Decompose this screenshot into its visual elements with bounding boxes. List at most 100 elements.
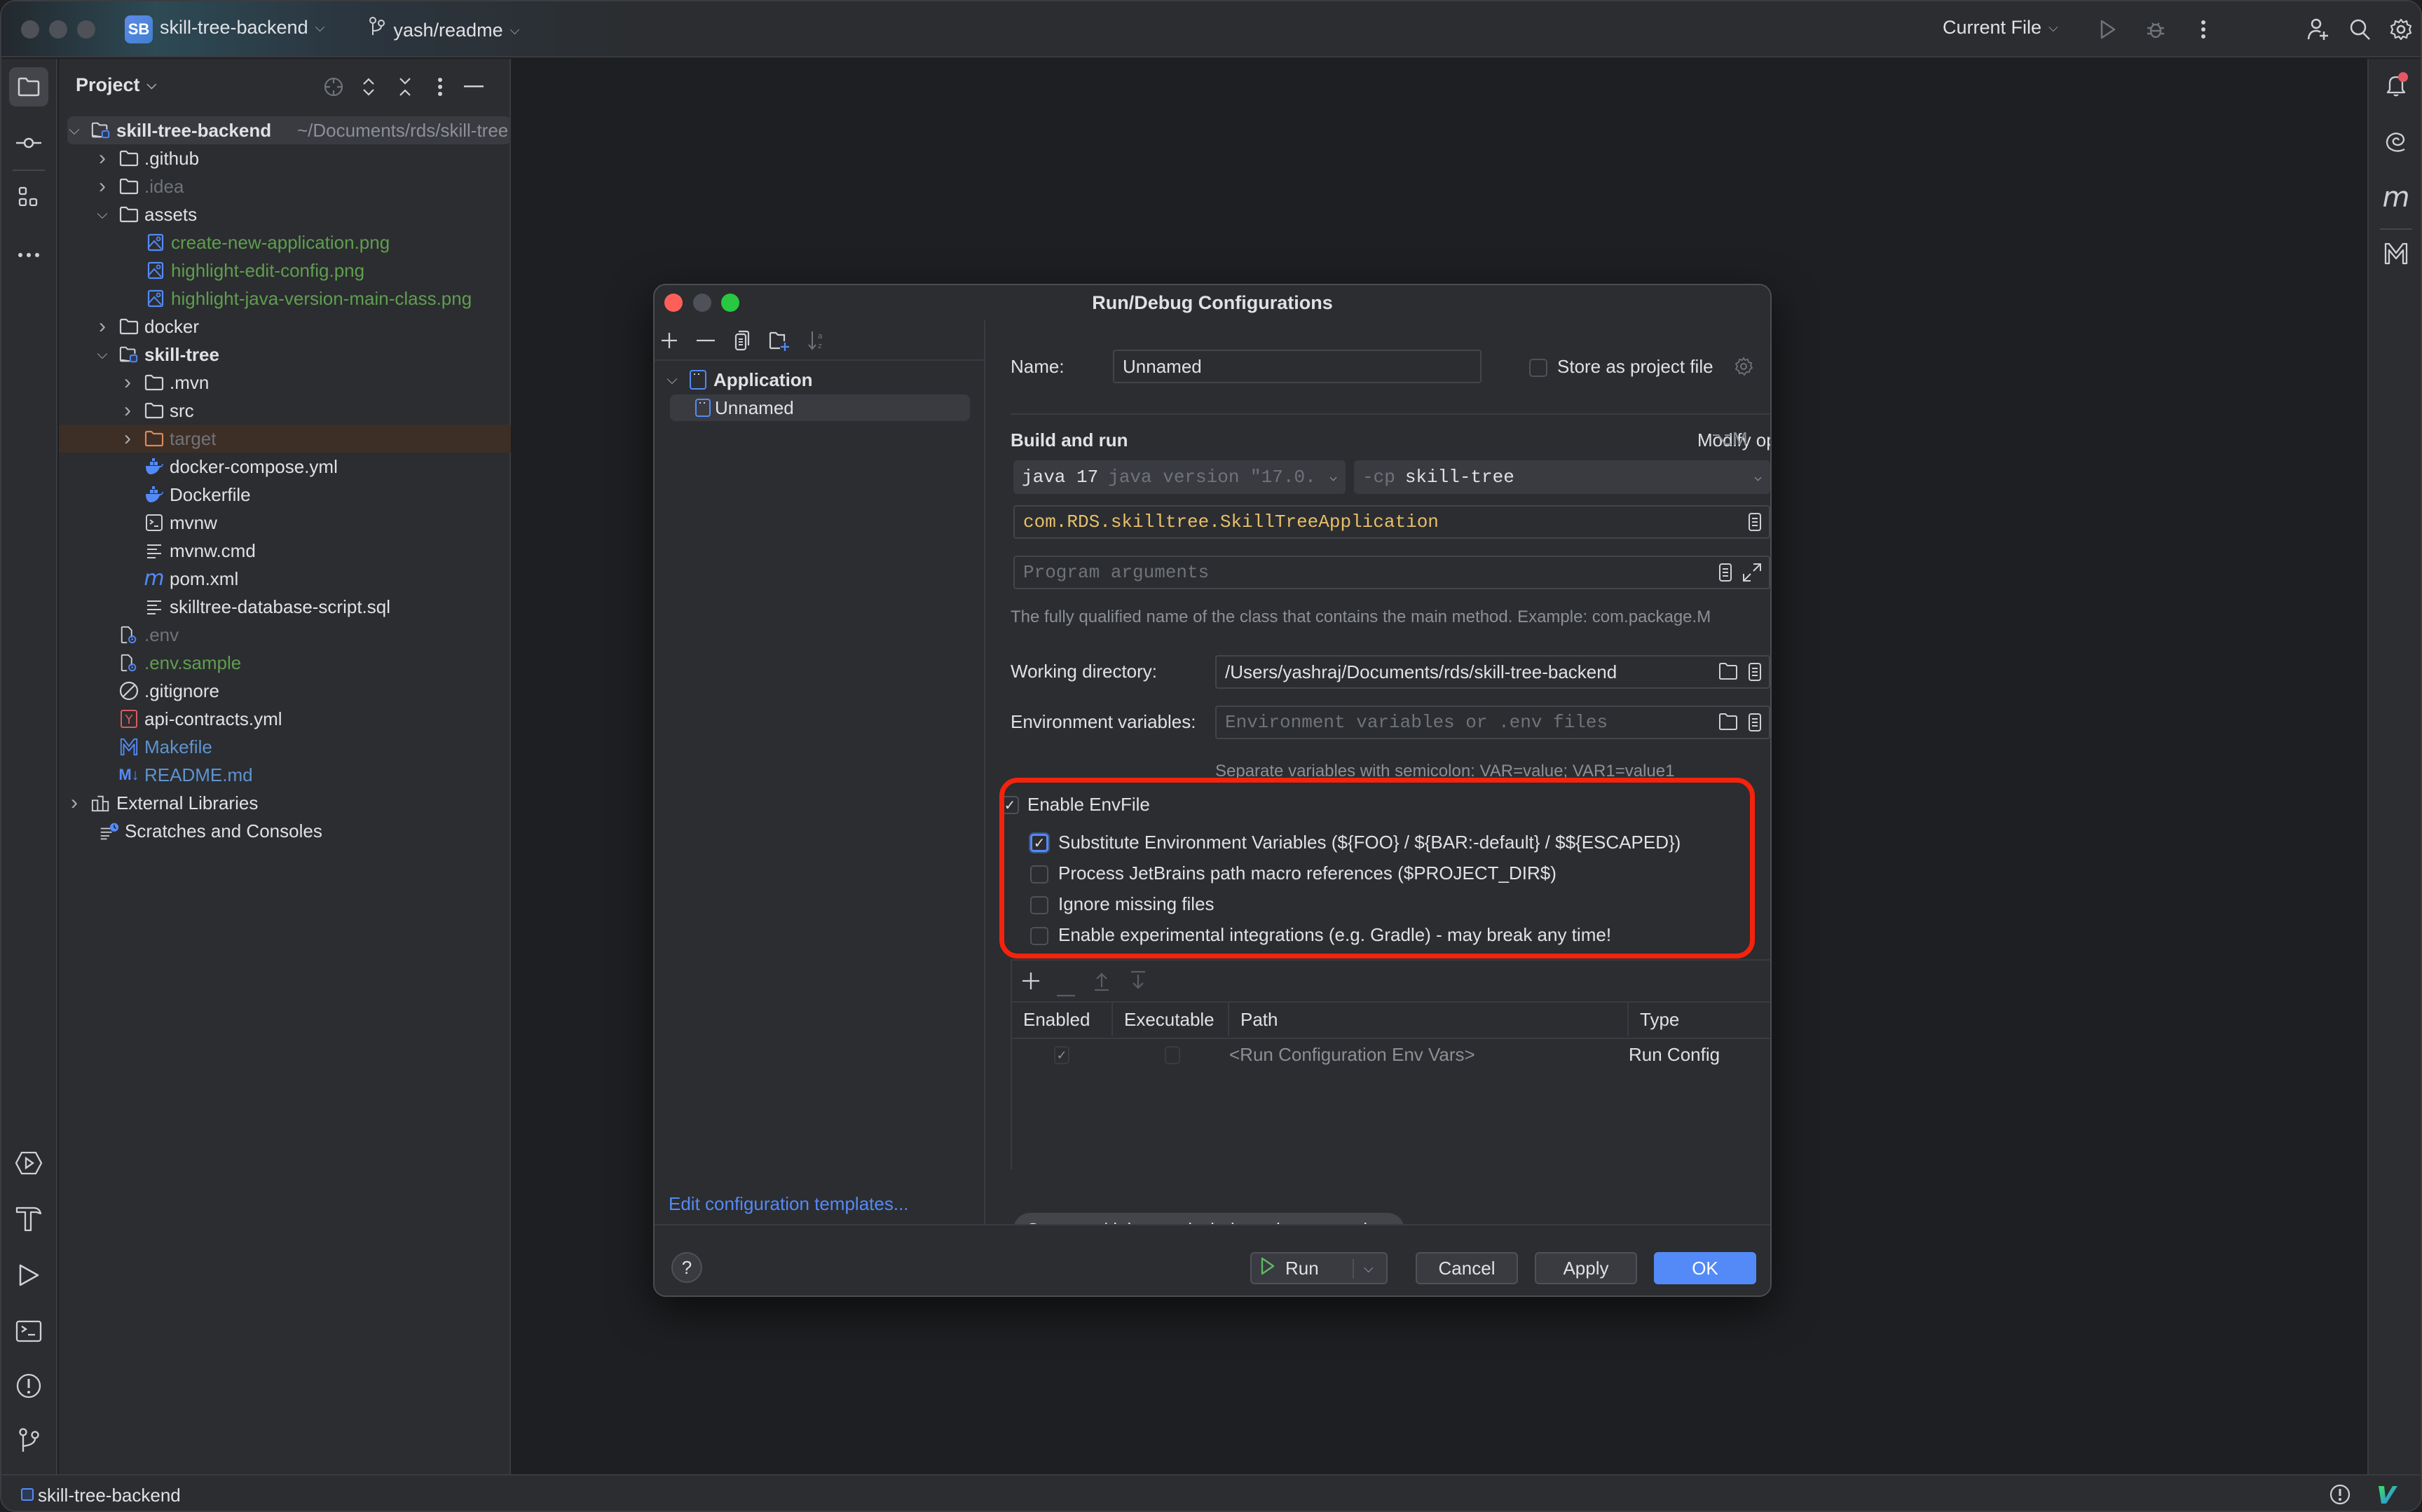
classpath-module-selector[interactable]: -cp skill-tree ⌵: [1354, 460, 1770, 494]
ai-assistant-icon[interactable]: [2376, 122, 2416, 161]
macro-list-icon[interactable]: [1748, 662, 1762, 687]
tree-item[interactable]: › docker: [59, 312, 511, 341]
row-executable-checkbox[interactable]: [1165, 1046, 1180, 1064]
tree-item[interactable]: .env: [59, 621, 511, 649]
column-header-enabled[interactable]: Enabled: [1012, 1003, 1113, 1036]
chevron-right-icon[interactable]: ›: [119, 427, 136, 450]
column-header-type[interactable]: Type: [1629, 1003, 1770, 1036]
branch-switcher[interactable]: yash/readme ⌵: [369, 17, 519, 41]
minimize-window-button[interactable]: [49, 20, 67, 39]
locate-file-icon[interactable]: [320, 73, 348, 101]
cancel-button[interactable]: Cancel: [1416, 1252, 1518, 1284]
tree-item[interactable]: › External Libraries: [59, 789, 511, 817]
ok-button[interactable]: OK: [1654, 1252, 1756, 1284]
chevron-right-icon[interactable]: ›: [119, 371, 136, 394]
store-as-project-file-checkbox[interactable]: [1529, 359, 1547, 377]
build-icon[interactable]: [9, 1200, 48, 1239]
program-arguments-input[interactable]: Program arguments: [1013, 556, 1770, 589]
run-icon[interactable]: [9, 1256, 48, 1295]
tree-item[interactable]: › target: [59, 425, 511, 453]
move-up-icon[interactable]: [1093, 972, 1110, 996]
project-switcher[interactable]: skill-tree-backend ⌵: [160, 17, 324, 39]
chevron-right-icon[interactable]: ›: [94, 146, 111, 170]
tree-item[interactable]: .gitignore: [59, 677, 511, 705]
gear-icon[interactable]: [1734, 357, 1753, 381]
sort-icon[interactable]: az: [805, 329, 828, 352]
chevron-down-icon[interactable]: ⌵: [66, 122, 83, 139]
problems-icon[interactable]: [2329, 1484, 2351, 1510]
tree-item[interactable]: .env.sample: [59, 649, 511, 677]
process-path-macros-checkbox[interactable]: [1030, 865, 1048, 884]
chevron-right-icon[interactable]: ›: [94, 174, 111, 198]
expand-icon[interactable]: [1742, 563, 1762, 588]
tree-item[interactable]: Yapi-contracts.yml: [59, 705, 511, 733]
ignore-missing-files-checkbox[interactable]: [1030, 896, 1048, 914]
column-header-path[interactable]: Path: [1229, 1003, 1629, 1036]
main-class-input[interactable]: com.RDS.skilltree.SkillTreeApplication: [1013, 505, 1770, 539]
environment-variables-input[interactable]: Environment variables or .env files: [1215, 706, 1770, 739]
tree-item[interactable]: create-new-application.png: [59, 228, 511, 256]
tree-item[interactable]: › .mvn: [59, 369, 511, 397]
structure-icon[interactable]: [9, 178, 48, 217]
add-icon[interactable]: [1022, 972, 1040, 995]
project-view-selector[interactable]: Project ⌵: [76, 74, 156, 96]
chevron-down-icon[interactable]: ⌵: [94, 346, 111, 363]
working-directory-input[interactable]: /Users/yashraj/Documents/rds/skill-tree-…: [1215, 655, 1770, 689]
folder-browse-icon[interactable]: [1718, 713, 1738, 738]
remove-icon[interactable]: [694, 329, 718, 352]
commit-icon[interactable]: [9, 123, 48, 163]
close-window-button[interactable]: [21, 20, 39, 39]
browse-list-icon[interactable]: [1748, 512, 1762, 537]
remove-icon[interactable]: [1057, 980, 1075, 1002]
problems-icon[interactable]: [9, 1366, 48, 1406]
services-icon[interactable]: [9, 1143, 48, 1183]
apply-button[interactable]: Apply: [1535, 1252, 1637, 1284]
help-button[interactable]: ?: [671, 1252, 702, 1283]
collapse-all-icon[interactable]: [391, 73, 419, 101]
tree-item[interactable]: highlight-edit-config.png: [59, 256, 511, 284]
status-project-name[interactable]: skill-tree-backend: [38, 1485, 181, 1506]
settings-icon[interactable]: [2387, 15, 2415, 43]
tree-item[interactable]: Scratches and Consoles: [59, 817, 511, 845]
more-tools-icon[interactable]: [9, 235, 48, 275]
edit-env-vars-icon[interactable]: [1748, 713, 1762, 738]
tree-item[interactable]: mvnw: [59, 509, 511, 537]
makefile-icon[interactable]: [2376, 234, 2416, 273]
table-row[interactable]: ✓ <Run Configuration Env Vars> Run Confi…: [1012, 1039, 1770, 1071]
chevron-right-icon[interactable]: ›: [94, 315, 111, 338]
run-button[interactable]: Run ⌵: [1250, 1252, 1388, 1284]
jdk-selector[interactable]: java 17 java version "17.0. ⌵: [1013, 460, 1346, 494]
run-options-chevron-icon[interactable]: ⌵: [1364, 1261, 1374, 1276]
chevron-down-icon[interactable]: ⌵: [94, 206, 111, 223]
tree-item[interactable]: mvnw.cmd: [59, 537, 511, 565]
row-enabled-checkbox[interactable]: ✓: [1054, 1046, 1069, 1064]
chevron-right-icon[interactable]: ›: [119, 399, 136, 422]
notifications-icon[interactable]: [2376, 66, 2416, 105]
search-icon[interactable]: [2346, 15, 2374, 43]
tree-item[interactable]: Dockerfile: [59, 481, 511, 509]
project-folder-icon[interactable]: [9, 67, 48, 106]
macro-list-icon[interactable]: [1718, 563, 1732, 588]
tree-item[interactable]: Makefile: [59, 733, 511, 761]
tree-item[interactable]: › .github: [59, 144, 511, 172]
column-header-executable[interactable]: Executable: [1113, 1003, 1229, 1036]
folder-browse-icon[interactable]: [1718, 662, 1738, 687]
run-config-selector[interactable]: Current File ⌵: [1943, 17, 2058, 39]
vim-plugin-icon[interactable]: [2377, 1484, 2398, 1510]
move-down-icon[interactable]: [1130, 970, 1147, 995]
options-icon[interactable]: [426, 73, 454, 101]
hide-panel-icon[interactable]: [460, 73, 488, 101]
config-group-application[interactable]: ⌵ Application: [662, 366, 970, 393]
tree-item[interactable]: skilltree-database-script.sql: [59, 593, 511, 621]
maven-icon[interactable]: m: [2376, 178, 2416, 217]
expand-all-icon[interactable]: [355, 73, 383, 101]
maximize-window-button[interactable]: [77, 20, 95, 39]
tree-item[interactable]: › src: [59, 397, 511, 425]
add-user-icon[interactable]: [2304, 15, 2332, 43]
config-item-unnamed[interactable]: Unnamed: [670, 394, 970, 421]
substitute-env-vars-checkbox[interactable]: ✓: [1030, 834, 1048, 852]
add-icon[interactable]: [657, 329, 681, 352]
tree-item[interactable]: ⌵ skill-tree-backend ~/Documents/rds/skill…: [67, 116, 511, 144]
edit-configuration-templates-link[interactable]: Edit configuration templates...: [669, 1193, 909, 1215]
copy-icon[interactable]: [730, 329, 754, 352]
